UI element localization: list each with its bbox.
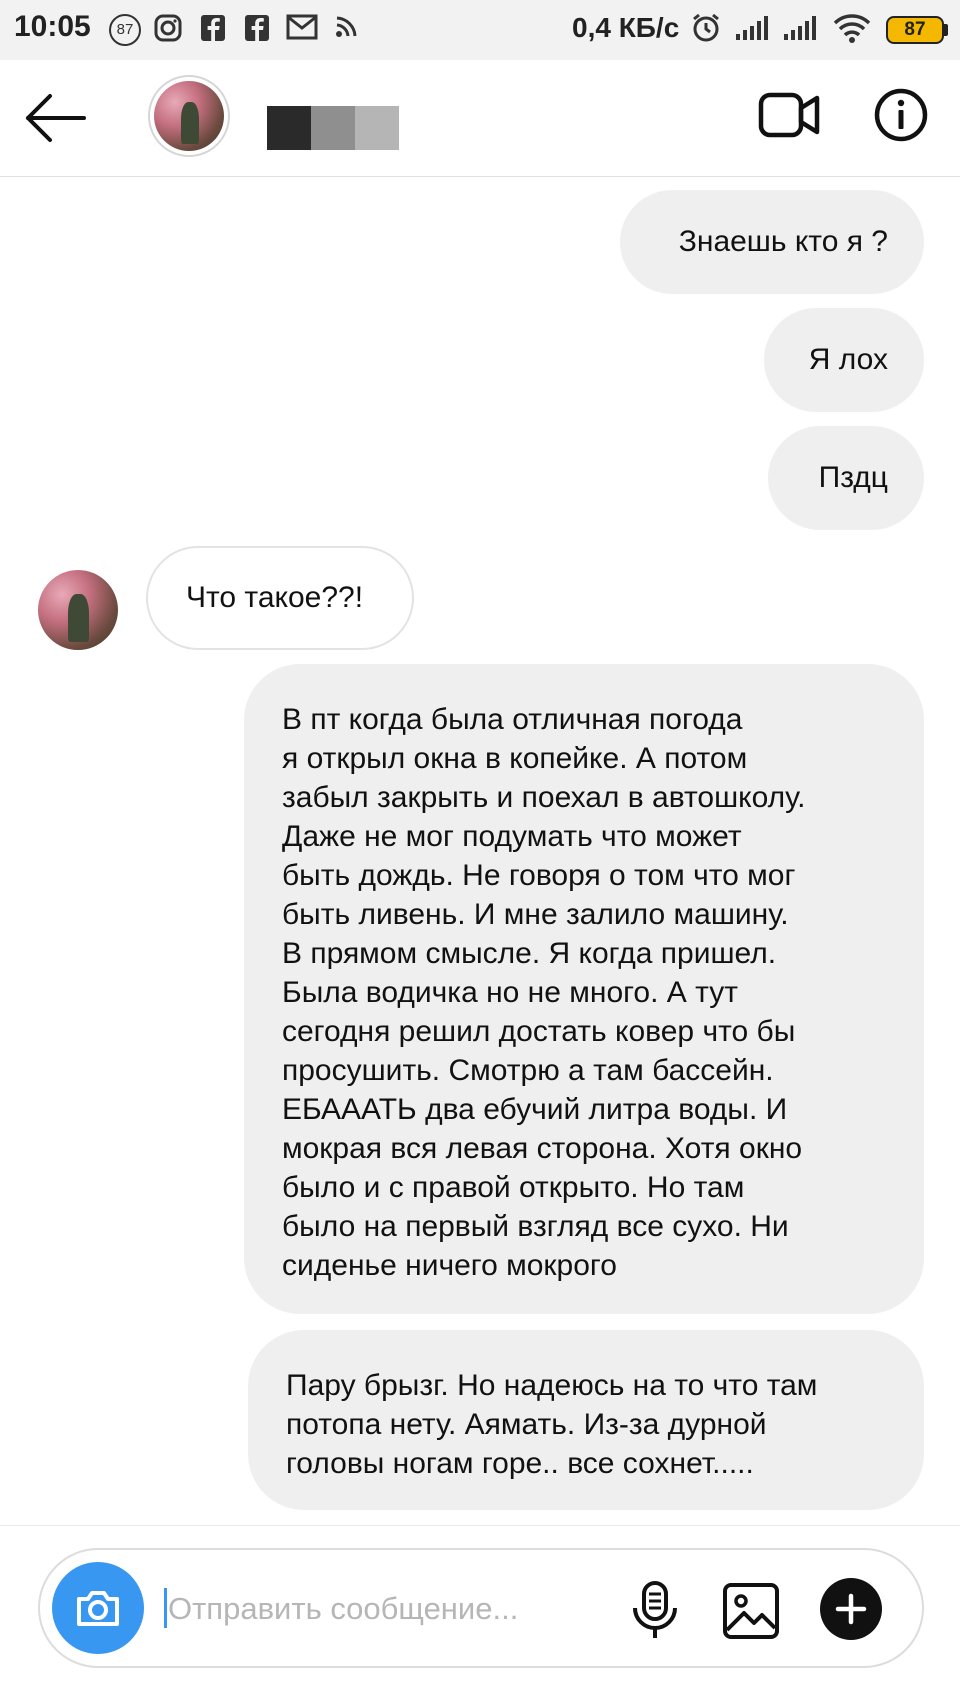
message-line: быть ливень. И мне залило машину. <box>282 898 789 931</box>
message-line: забыл закрыть и поехал в автошколу. <box>282 781 806 814</box>
back-arrow-icon[interactable] <box>24 88 88 148</box>
signal-icon <box>784 16 816 40</box>
message-line: Даже не мог подумать что может <box>282 820 742 853</box>
message-line: ЕБАААТЬ два ебучий литра воды. И <box>282 1093 788 1126</box>
message-text: Пздц <box>818 461 888 494</box>
message-bubble-outgoing[interactable]: В пт когда была отличная погода я открыл… <box>244 664 924 1314</box>
message-line: В прямом смысле. Я когда пришел. <box>282 937 777 970</box>
message-line: было на первый взгляд все сухо. Ни <box>282 1210 789 1243</box>
message-bubble-outgoing[interactable]: Пздц <box>768 426 924 530</box>
image-icon[interactable] <box>722 1582 780 1640</box>
message-text: Я лох <box>808 343 888 376</box>
message-line: головы ногам горе.. все сохнет..... <box>286 1447 754 1480</box>
message-line: Пару брызг. Но надеюсь на то что там <box>286 1369 818 1402</box>
composer-divider <box>0 1525 960 1526</box>
message-line: я открыл окна в копейке. А потом <box>282 742 748 775</box>
facebook-icon <box>201 15 225 41</box>
signal-icon <box>736 16 768 40</box>
notification-count-badge: 87 <box>109 14 141 46</box>
message-input[interactable] <box>168 1588 608 1630</box>
message-text: Что такое??! <box>186 581 364 614</box>
message-bubble-incoming[interactable]: Что такое??! <box>146 546 414 650</box>
network-speed: 0,4 КБ/с <box>572 12 680 43</box>
contact-avatar[interactable] <box>148 75 230 157</box>
message-bubble-outgoing[interactable]: Я лох <box>764 308 924 412</box>
message-line: В пт когда была отличная погода <box>282 703 743 736</box>
message-bubble-outgoing[interactable]: Пару брызг. Но надеюсь на то что там пот… <box>248 1330 924 1510</box>
redaction-block <box>267 106 311 150</box>
wifi-icon <box>833 14 871 43</box>
microphone-icon[interactable] <box>630 1580 680 1642</box>
message-line: Была водичка но не много. А тут <box>282 976 738 1009</box>
info-icon[interactable] <box>874 88 928 142</box>
contact-name-redacted[interactable] <box>267 106 399 150</box>
status-bar: 10:05 87 0,4 КБ/с 87 <box>0 0 960 60</box>
alarm-icon <box>693 13 719 42</box>
message-line: мокрая вся левая сторона. Хотя окно <box>282 1132 803 1165</box>
camera-button[interactable] <box>52 1562 144 1654</box>
battery-indicator: 87 <box>886 16 944 44</box>
camera-icon <box>77 1591 119 1626</box>
redaction-block <box>355 106 399 150</box>
avatar-image <box>38 570 118 650</box>
message-line: быть дождь. Не говоря о том что мог <box>282 859 796 892</box>
message-line: было и с правой открыто. Но там <box>282 1171 745 1204</box>
video-call-icon[interactable] <box>758 90 820 140</box>
message-line: сиденье ничего мокрого <box>282 1249 617 1282</box>
add-button[interactable] <box>820 1578 882 1640</box>
avatar-image <box>154 81 224 151</box>
message-line: потопа нету. Аямать. Из-за дурной <box>286 1408 767 1441</box>
message-bubble-outgoing[interactable]: Знаешь кто я ? <box>620 190 924 294</box>
text-caret <box>164 1588 167 1628</box>
status-time: 10:05 <box>14 10 91 43</box>
message-line: просушить. Смотрю а там бассейн. <box>282 1054 774 1087</box>
mail-icon <box>286 14 318 40</box>
message-line: сегодня решил достать ковер что бы <box>282 1015 796 1048</box>
rss-icon <box>336 16 357 37</box>
message-text: Знаешь кто я ? <box>678 225 888 258</box>
sender-avatar[interactable] <box>38 570 118 650</box>
plus-icon <box>835 1593 867 1625</box>
facebook-icon <box>245 15 269 41</box>
instagram-icon <box>154 14 182 42</box>
battery-tip <box>944 24 948 36</box>
redaction-block <box>311 106 355 150</box>
